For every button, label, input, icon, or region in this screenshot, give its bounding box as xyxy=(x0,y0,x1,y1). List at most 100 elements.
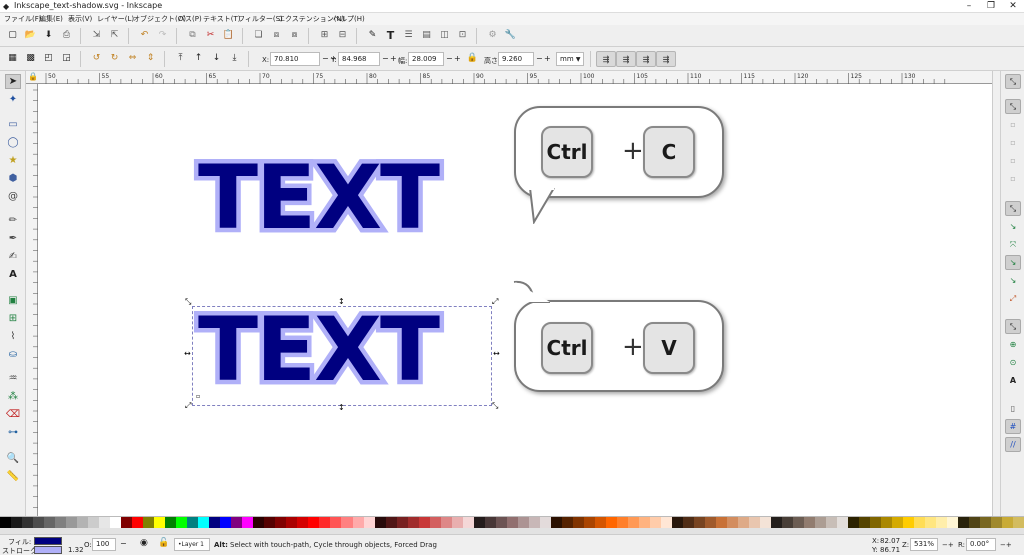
menu-layer[interactable]: レイヤー(L) xyxy=(97,13,134,25)
snap-bbox-icon[interactable]: ⤡ xyxy=(1005,99,1021,114)
spray-tool-icon[interactable]: ⁂ xyxy=(5,389,21,404)
tweak-tool-icon[interactable]: ♒ xyxy=(5,371,21,386)
snap-intersection-icon[interactable]: ⤧ xyxy=(1005,237,1021,252)
save-icon[interactable]: ⬇ xyxy=(42,29,55,42)
snap-cusp-icon[interactable]: ↘ xyxy=(1005,255,1021,270)
y-input[interactable]: 84.968 xyxy=(338,52,380,66)
move-gradients-toggle[interactable]: ⇶ xyxy=(636,51,656,67)
print-icon[interactable]: ⎙ xyxy=(60,29,73,42)
scale-stroke-toggle[interactable]: ⇶ xyxy=(596,51,616,67)
snap-bbox-edge-icon[interactable]: ▫ xyxy=(1005,117,1021,132)
ungroup-icon[interactable]: ⊟ xyxy=(336,29,349,42)
rotation-stepper[interactable]: −+ xyxy=(1000,541,1012,549)
import-icon[interactable]: ⇲ xyxy=(90,29,103,42)
scale-handle-s[interactable]: ↕ xyxy=(338,404,345,412)
deselect-icon[interactable]: ◰ xyxy=(42,52,55,65)
rotate-cw-icon[interactable]: ↻ xyxy=(108,52,121,65)
raise-to-top-icon[interactable]: ⤒ xyxy=(174,52,187,65)
align-distribute-icon[interactable]: ⊡ xyxy=(456,29,469,42)
text-bottom[interactable]: TEXT xyxy=(198,306,440,394)
lower-icon[interactable]: ↓ xyxy=(210,52,223,65)
snap-page-icon[interactable]: ▯ xyxy=(1005,401,1021,416)
zoom-tool-icon[interactable]: 🔍 xyxy=(5,451,21,466)
mesh-tool-icon[interactable]: ⊞ xyxy=(5,311,21,326)
select-all-layers-icon[interactable]: ▩ xyxy=(24,52,37,65)
snap-nodes-icon[interactable]: ⤡ xyxy=(1005,201,1021,216)
snap-rotation-center-icon[interactable]: ⊙ xyxy=(1005,355,1021,370)
xml-editor-icon[interactable]: ▤ xyxy=(420,29,433,42)
spiral-tool-icon[interactable]: @ xyxy=(5,189,21,204)
copy-icon[interactable]: ⧉ xyxy=(186,29,199,42)
snap-others-icon[interactable]: ⤡ xyxy=(1005,319,1021,334)
move-patterns-toggle[interactable]: ⇶ xyxy=(656,51,676,67)
scale-handle-w[interactable]: ↔ xyxy=(184,350,191,358)
speech-bubble-top[interactable]: Ctrl + C xyxy=(514,106,724,198)
text-top[interactable]: TEXT xyxy=(198,154,440,242)
flip-horizontal-icon[interactable]: ⇔ xyxy=(126,52,139,65)
rectangle-tool-icon[interactable]: ▭ xyxy=(5,117,21,132)
paste-icon[interactable]: 📋 xyxy=(222,29,235,42)
visibility-icon[interactable]: ◉ xyxy=(140,538,148,548)
snap-midpoint-icon[interactable]: ⤢ xyxy=(1005,291,1021,306)
layers-icon[interactable]: ☰ xyxy=(402,29,415,42)
measure-tool-icon[interactable]: 📏 xyxy=(5,469,21,484)
undo-icon[interactable]: ↶ xyxy=(138,29,151,42)
x-input[interactable]: 70.810 xyxy=(270,52,320,66)
cut-icon[interactable]: ✂ xyxy=(204,29,217,42)
zoom-input[interactable]: 531% xyxy=(910,538,938,551)
paint-bucket-tool-icon[interactable]: ⛀ xyxy=(5,347,21,362)
color-palette[interactable] xyxy=(0,516,1024,529)
width-input[interactable]: 28.009 xyxy=(408,52,444,66)
node-tool-icon[interactable]: ✦ xyxy=(5,92,21,107)
selector-tool-icon[interactable]: ➤ xyxy=(5,74,21,89)
layer-select[interactable]: •Layer 1 xyxy=(174,538,210,551)
pencil-tool-icon[interactable]: ✏ xyxy=(5,213,21,228)
snap-guide-icon[interactable]: // xyxy=(1005,437,1021,452)
redo-icon[interactable]: ↷ xyxy=(156,29,169,42)
scale-handle-n[interactable]: ↕ xyxy=(338,298,345,306)
unlink-clone-icon[interactable]: ⧇ xyxy=(288,29,301,42)
scale-handle-e[interactable]: ↔ xyxy=(493,350,500,358)
lock-ratio-icon[interactable]: 🔒 xyxy=(466,52,479,65)
stroke-width[interactable]: 1.32 xyxy=(68,546,84,554)
eraser-tool-icon[interactable]: ⌫ xyxy=(5,407,21,422)
connector-tool-icon[interactable]: ⊶ xyxy=(5,425,21,440)
height-decrement[interactable]: − xyxy=(536,52,543,66)
snap-bbox-midpoint-icon[interactable]: ▫ xyxy=(1005,153,1021,168)
snap-smooth-icon[interactable]: ↘ xyxy=(1005,273,1021,288)
vertical-ruler[interactable] xyxy=(26,84,38,516)
height-input[interactable]: 9.260 xyxy=(498,52,534,66)
horizontal-ruler[interactable]: 🔒 50 55 60 65 70 75 80 85 90 95 100 105 110 115 120 125… xyxy=(26,71,992,84)
speech-bubble-bottom[interactable]: Ctrl + V xyxy=(514,300,724,392)
lower-to-bottom-icon[interactable]: ⤓ xyxy=(228,52,241,65)
drawing-canvas[interactable]: TEXT TEXT TEXT TEXT ⤡ ↕ ⤢ ↔ ↔ ⤢ ↕ ⤡ ▫ Ct… xyxy=(38,84,992,516)
width-increment[interactable]: + xyxy=(454,52,461,66)
x-decrement[interactable]: − xyxy=(322,52,329,66)
snap-center-icon[interactable]: ⊕ xyxy=(1005,337,1021,352)
zoom-stepper[interactable]: −+ xyxy=(942,541,954,549)
menu-filters[interactable]: フィルター(S) xyxy=(238,13,283,25)
3d-box-tool-icon[interactable]: ⬢ xyxy=(5,171,21,186)
unit-select[interactable]: mm ▼ xyxy=(556,52,584,66)
scale-handle-sw[interactable]: ⤢ xyxy=(185,402,191,410)
menu-edit[interactable]: 編集(E) xyxy=(39,13,63,25)
objects-icon[interactable]: ◫ xyxy=(438,29,451,42)
snap-grid-icon[interactable]: # xyxy=(1005,419,1021,434)
text-font-icon[interactable]: T xyxy=(384,29,397,42)
export-icon[interactable]: ⇱ xyxy=(108,29,121,42)
fill-swatch[interactable] xyxy=(34,537,62,545)
invert-selection-icon[interactable]: ◲ xyxy=(60,52,73,65)
vertical-scrollbar[interactable] xyxy=(992,71,1000,516)
calligraphy-tool-icon[interactable]: ✍ xyxy=(5,249,21,264)
gradient-tool-icon[interactable]: ▣ xyxy=(5,293,21,308)
snap-path-icon[interactable]: ↘ xyxy=(1005,219,1021,234)
opacity-input[interactable]: 100 xyxy=(92,538,116,551)
menu-text[interactable]: テキスト(T) xyxy=(203,13,241,25)
group-icon[interactable]: ⊞ xyxy=(318,29,331,42)
ellipse-tool-icon[interactable]: ◯ xyxy=(5,135,21,150)
pen-tool-icon[interactable]: ✒ xyxy=(5,231,21,246)
new-document-icon[interactable]: ▢ xyxy=(6,29,19,42)
open-icon[interactable]: 📂 xyxy=(24,29,37,42)
duplicate-icon[interactable]: ❏ xyxy=(252,29,265,42)
rotation-input[interactable]: 0.00° xyxy=(966,538,996,551)
